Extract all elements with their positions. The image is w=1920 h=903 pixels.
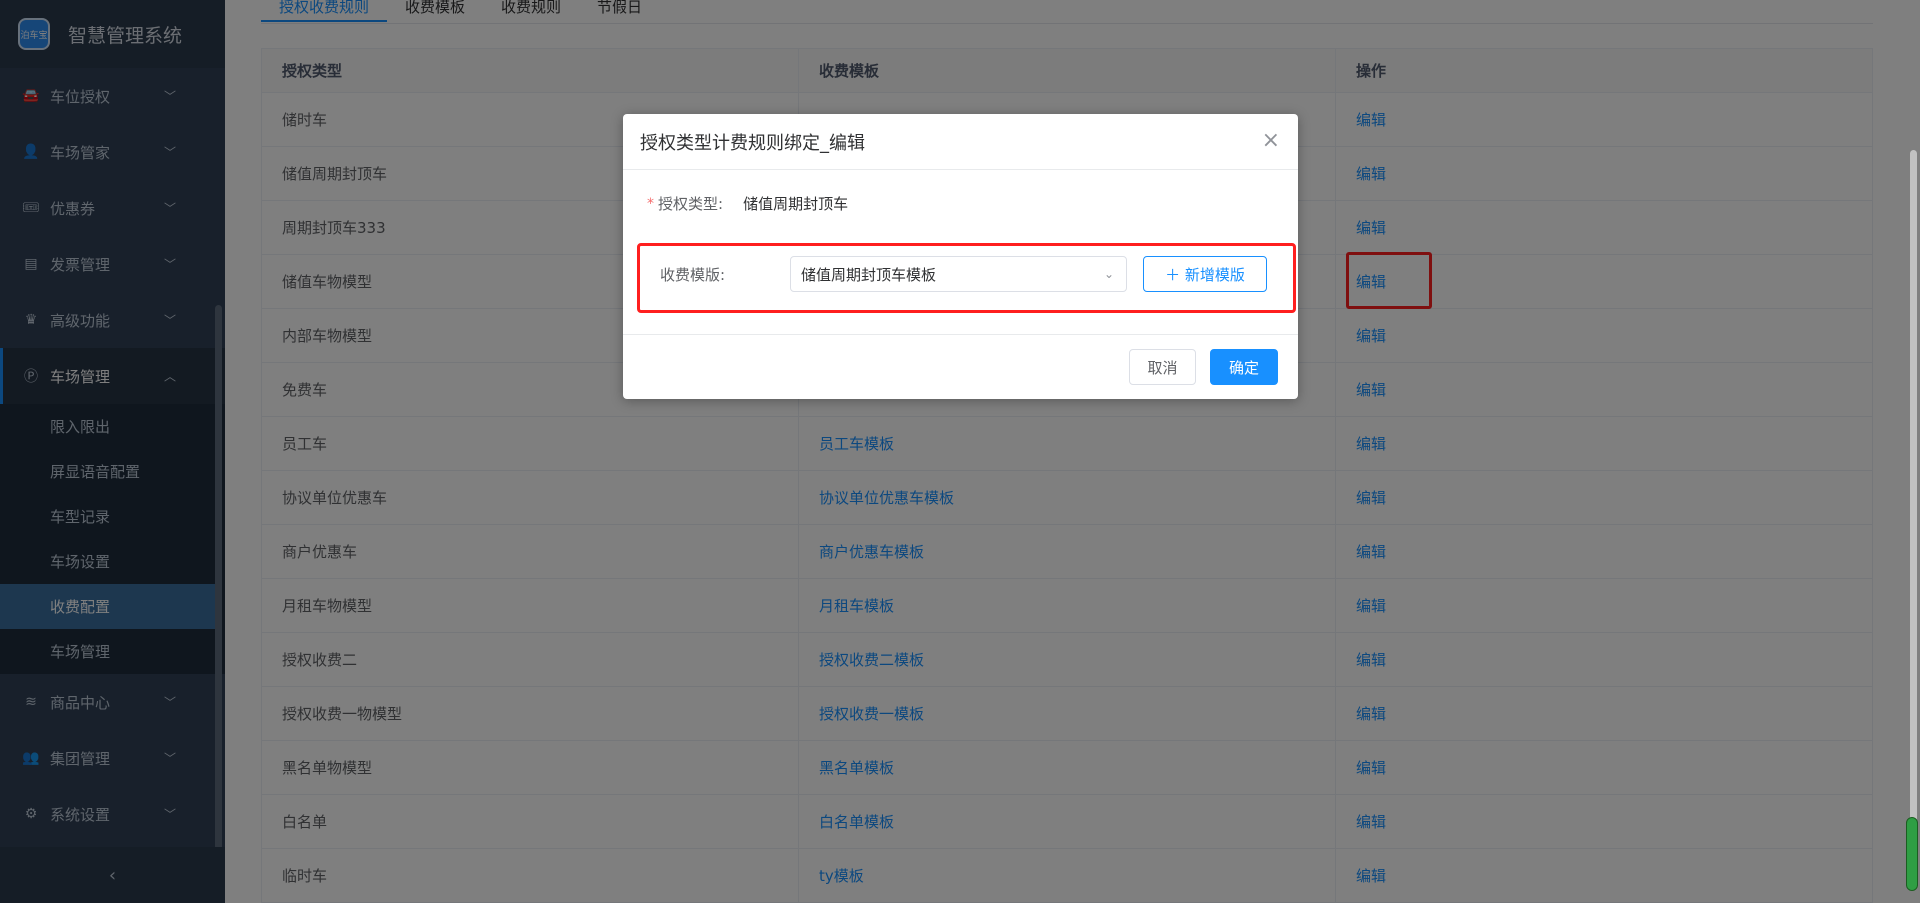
required-asterisk: *: [647, 195, 654, 212]
page-scrollbar-thumb[interactable]: [1906, 817, 1918, 891]
cancel-button[interactable]: 取消: [1129, 349, 1196, 385]
auth-type-value: 储值周期封顶车: [743, 195, 849, 213]
confirm-button[interactable]: 确定: [1210, 349, 1278, 385]
dialog-footer: 取消 确定: [623, 335, 1298, 398]
template-highlight-box: [637, 243, 1296, 313]
bind-fee-rule-dialog: 授权类型计费规则绑定_编辑 × * 授权类型: 储值周期封顶车 收费模版: 储值…: [623, 114, 1298, 399]
dialog-header: 授权类型计费规则绑定_编辑 ×: [623, 114, 1298, 170]
close-icon[interactable]: ×: [1262, 130, 1280, 152]
page-scrollbar-track[interactable]: [1910, 150, 1917, 890]
dialog-title: 授权类型计费规则绑定_编辑: [640, 132, 865, 154]
auth-type-label: 授权类型:: [658, 195, 724, 213]
auth-type-row: * 授权类型: 储值周期封顶车: [647, 193, 848, 214]
dialog-body: * 授权类型: 储值周期封顶车 收费模版: 储值周期封顶车模板 ⌄ ＋ 新增模版: [623, 170, 1298, 335]
